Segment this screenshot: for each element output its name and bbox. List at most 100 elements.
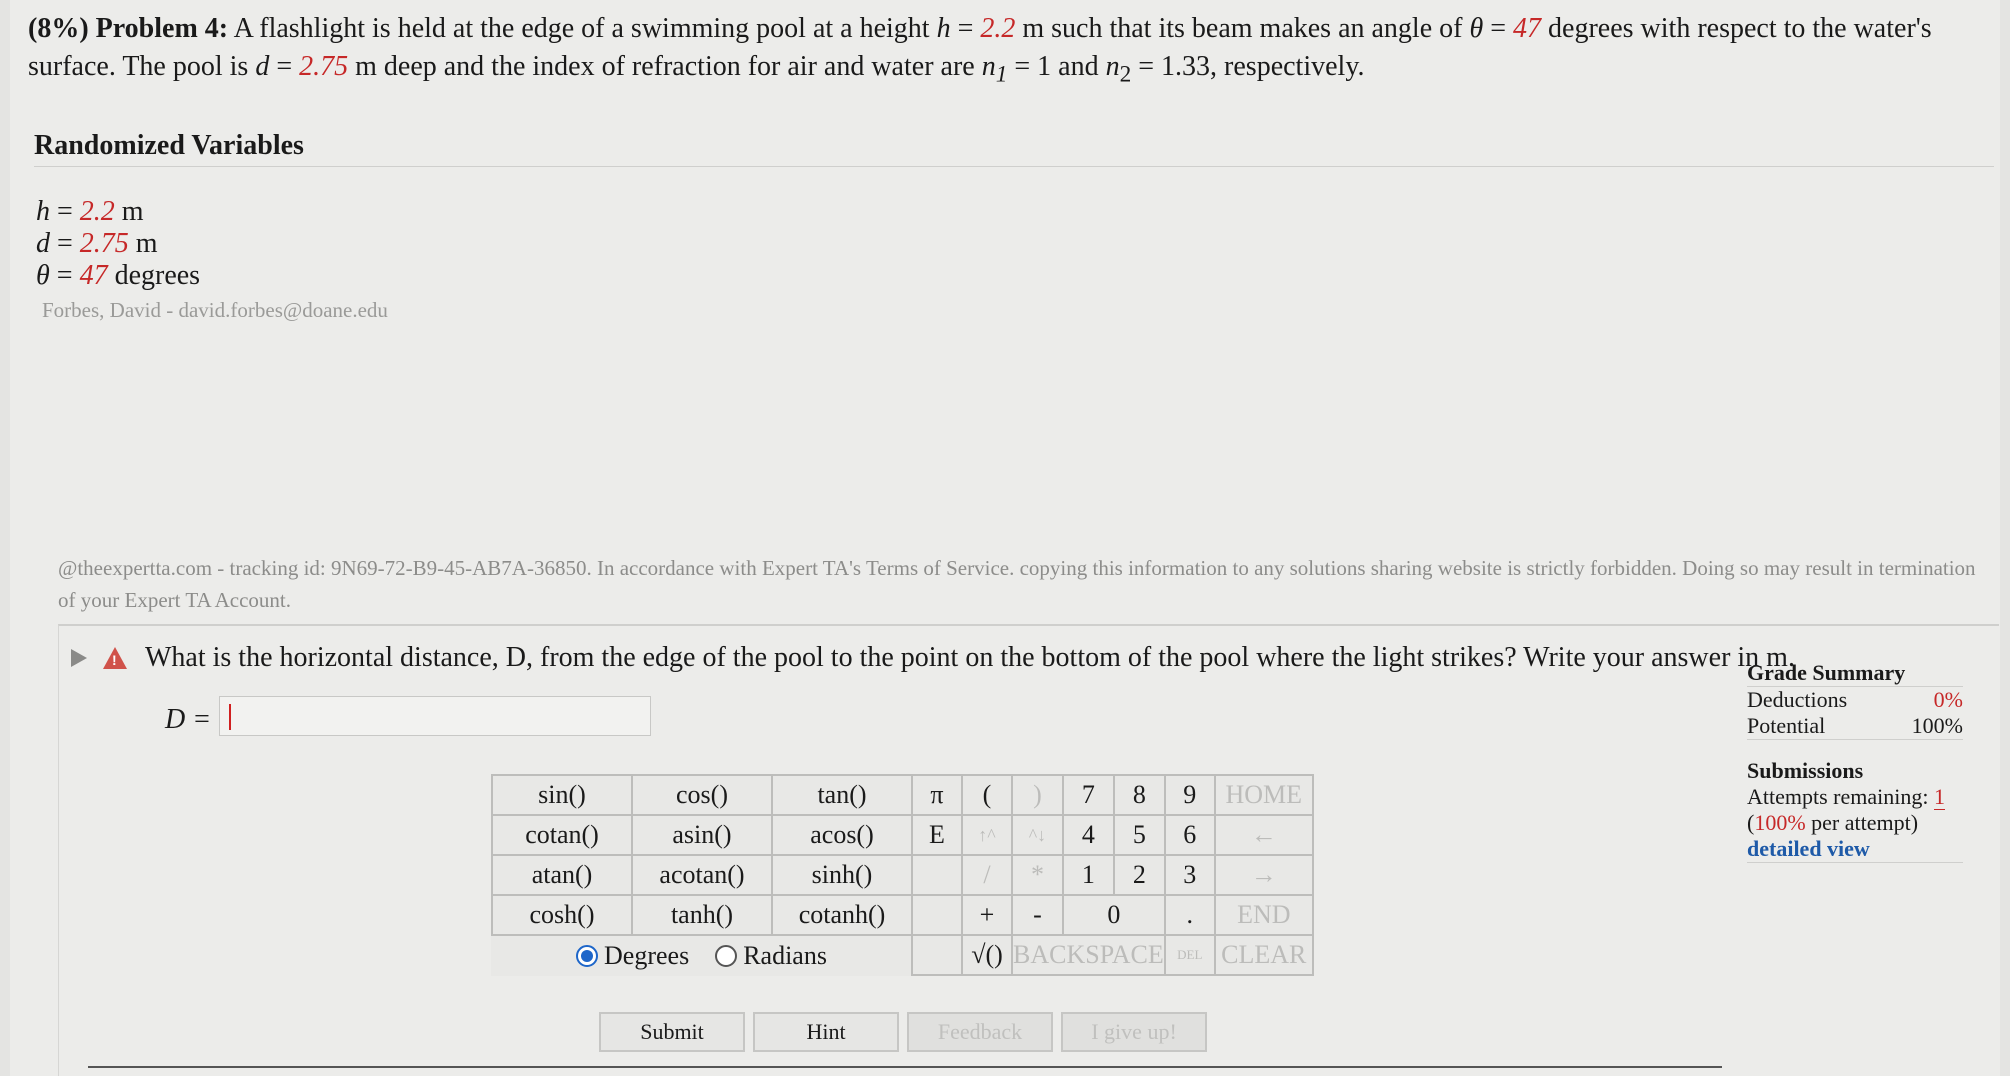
attempts-value: 1: [1933, 784, 1945, 810]
key-sqrt[interactable]: √(): [961, 934, 1013, 976]
var-val: 2.2: [79, 196, 115, 227]
key-8[interactable]: 8: [1112, 774, 1166, 816]
deductions-value: 0%: [1933, 687, 1963, 712]
key-e[interactable]: E: [911, 814, 963, 856]
problem-statement: (8%) Problem 4: A flashlight is held at …: [28, 10, 1988, 94]
feedback-button[interactable]: Feedback: [907, 1012, 1053, 1052]
key-7[interactable]: 7: [1061, 774, 1115, 816]
randomized-variables-title: Randomized Variables: [34, 130, 304, 161]
problem-text-1: A flashlight is held at the edge of a sw…: [233, 13, 937, 44]
answer-label: D =: [165, 704, 212, 735]
variable-row: θ = 47 degrees: [36, 260, 200, 292]
var-unit: m: [114, 196, 144, 227]
n1-symbol: n: [981, 51, 996, 82]
warning-icon: !: [103, 647, 127, 669]
key-up-arrow[interactable]: ↑^: [961, 814, 1013, 856]
grade-summary: Grade Summary Deductions 0% Potential 100%…: [1747, 660, 1963, 863]
n1-sub: 1: [995, 61, 1008, 88]
key-4[interactable]: 4: [1061, 814, 1115, 856]
bottom-divider: [88, 1066, 1722, 1068]
key-home[interactable]: HOME: [1213, 774, 1314, 816]
radians-radio[interactable]: [715, 944, 738, 967]
potential-value: 100%: [1911, 713, 1963, 738]
key-cotan[interactable]: cotan(): [491, 814, 633, 856]
var-sym: d: [36, 228, 50, 259]
var-val: 2.75: [79, 228, 129, 259]
var-sym: θ: [36, 260, 50, 291]
key-down-arrow[interactable]: ^↓: [1011, 814, 1064, 856]
key-sinh[interactable]: sinh(): [771, 854, 913, 896]
per-attempt-value: 100%: [1754, 810, 1806, 835]
key-tan[interactable]: tan(): [771, 774, 913, 816]
randomized-variables-list: h = 2.2 m d = 2.75 m θ = 47 degrees: [36, 196, 200, 292]
key-left-arrow[interactable]: ←: [1213, 814, 1314, 856]
key-0[interactable]: 0: [1061, 894, 1166, 936]
question-line: ! What is the horizontal distance, D, fr…: [71, 642, 1795, 674]
key-6[interactable]: 6: [1163, 814, 1216, 856]
theta-value: 47: [1513, 13, 1542, 44]
expand-triangle-icon[interactable]: [71, 649, 87, 667]
radians-label[interactable]: Radians: [743, 941, 827, 970]
key-acotan[interactable]: acotan(): [631, 854, 773, 896]
d-value: 2.75: [299, 51, 349, 82]
degrees-label[interactable]: Degrees: [604, 941, 689, 970]
h-symbol: h: [936, 13, 951, 44]
key-multiply[interactable]: *: [1011, 854, 1064, 896]
var-eq: =: [49, 260, 80, 291]
grade-summary-title: Grade Summary: [1747, 660, 1963, 687]
key-acos[interactable]: acos(): [771, 814, 913, 856]
submit-button[interactable]: Submit: [599, 1012, 745, 1052]
key-clear[interactable]: CLEAR: [1213, 934, 1314, 976]
degrees-radio[interactable]: [576, 944, 599, 967]
key-atan[interactable]: atan(): [491, 854, 633, 896]
h-value: 2.2: [980, 13, 1016, 44]
hint-button[interactable]: Hint: [753, 1012, 899, 1052]
eq: =: [1483, 13, 1514, 44]
key-cos[interactable]: cos(): [631, 774, 773, 816]
key-sin[interactable]: sin(): [491, 774, 633, 816]
key-divide[interactable]: /: [961, 854, 1013, 896]
d-symbol: d: [255, 51, 270, 82]
variable-row: h = 2.2 m: [36, 196, 200, 228]
key-minus[interactable]: -: [1011, 894, 1064, 936]
n2-value: = 1.33, respectively.: [1131, 51, 1365, 82]
key-cotanh[interactable]: cotanh(): [771, 894, 913, 936]
key-asin[interactable]: asin(): [631, 814, 773, 856]
var-val: 47: [79, 260, 108, 291]
var-sym: h: [36, 196, 50, 227]
key-backspace[interactable]: BACKSPACE: [1011, 934, 1166, 976]
deductions-label: Deductions: [1747, 687, 1848, 712]
question-panel: ! What is the horizontal distance, D, fr…: [58, 624, 1999, 1076]
key-empty: [911, 854, 963, 896]
key-9[interactable]: 9: [1163, 774, 1216, 816]
var-eq: =: [50, 196, 80, 227]
angle-mode-toggle: Degrees Radians: [492, 935, 912, 975]
key-empty: [911, 894, 963, 936]
key-pi[interactable]: π: [911, 774, 963, 816]
var-unit: m: [128, 228, 158, 259]
problem-title: Problem 4:: [95, 13, 229, 44]
key-2[interactable]: 2: [1112, 854, 1166, 896]
key-decimal[interactable]: .: [1163, 894, 1216, 936]
key-5[interactable]: 5: [1112, 814, 1166, 856]
key-end[interactable]: END: [1213, 894, 1314, 936]
detailed-view-link[interactable]: detailed view: [1747, 836, 1963, 863]
key-1[interactable]: 1: [1061, 854, 1115, 896]
theta-symbol: θ: [1469, 13, 1484, 44]
key-del[interactable]: DEL: [1163, 934, 1216, 976]
key-cosh[interactable]: cosh(): [491, 894, 633, 936]
per-attempt-row: (100% per attempt): [1747, 810, 1963, 836]
potential-row: Potential 100%: [1747, 713, 1963, 740]
author-credit: Forbes, David - david.forbes@doane.edu: [42, 298, 388, 322]
key-right-arrow[interactable]: →: [1213, 854, 1314, 896]
answer-input[interactable]: [219, 696, 651, 736]
submissions-title: Submissions: [1747, 758, 1864, 783]
key-open-paren[interactable]: (: [961, 774, 1013, 816]
key-tanh[interactable]: tanh(): [631, 894, 773, 936]
problem-text-4: m deep and the index of refraction for a…: [348, 51, 982, 82]
key-3[interactable]: 3: [1163, 854, 1216, 896]
var-eq: =: [50, 228, 80, 259]
key-close-paren[interactable]: ): [1011, 774, 1064, 816]
give-up-button[interactable]: I give up!: [1061, 1012, 1207, 1052]
key-plus[interactable]: +: [961, 894, 1013, 936]
